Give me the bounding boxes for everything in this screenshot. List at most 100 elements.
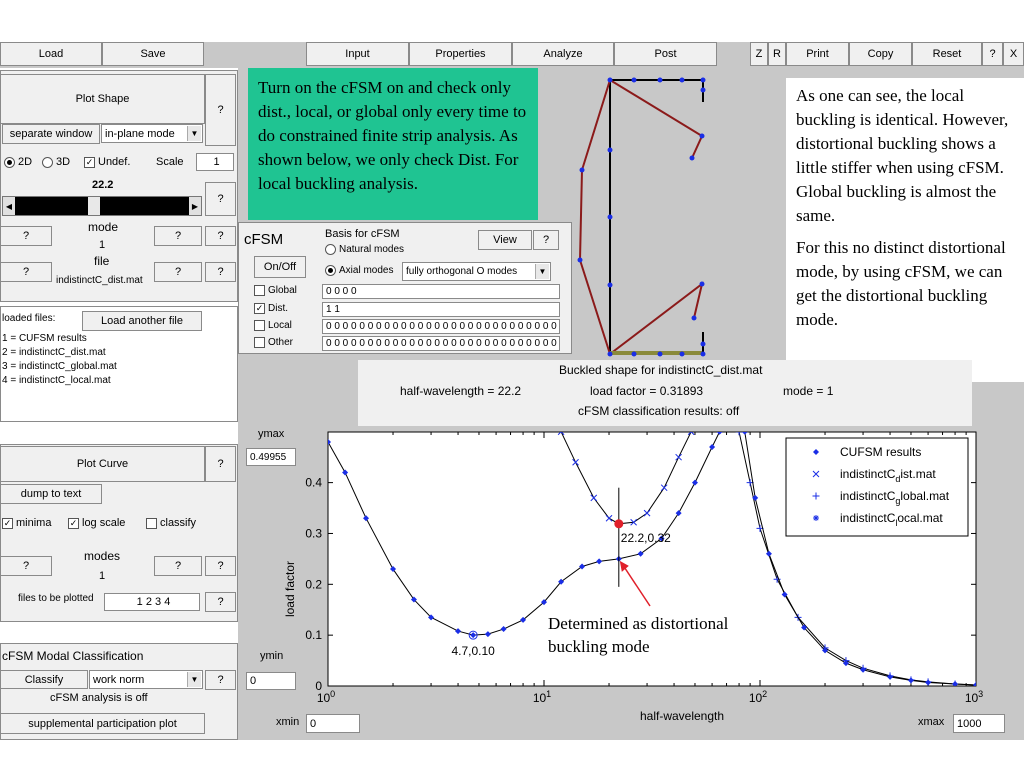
load-another-file-button[interactable]: Load another file: [82, 311, 202, 331]
other-modes-input[interactable]: 0 0 0 0 0 0 0 0 0 0 0 0 0 0 0 0 0 0 0 0 …: [322, 336, 560, 351]
modes-value: 1: [99, 570, 106, 582]
check-icon: ✓: [68, 517, 79, 529]
mode-value: 1: [99, 239, 106, 251]
classify-checkbox[interactable]: classify: [146, 517, 196, 529]
modes-next-button[interactable]: ?: [154, 556, 202, 576]
print-button[interactable]: Print: [786, 42, 849, 66]
minima-checkbox[interactable]: ✓ minima: [2, 517, 51, 529]
view-button[interactable]: View: [478, 230, 532, 250]
post-button[interactable]: Post: [614, 42, 717, 66]
selected-point-label: 22.2,0.32: [621, 531, 671, 545]
radio-3d[interactable]: 3D: [42, 156, 70, 168]
check-icon: ✓: [254, 303, 265, 314]
y-tick-label: 0.2: [305, 577, 322, 591]
chevron-down-icon: ▼: [535, 264, 549, 279]
mode-help-button[interactable]: ?: [205, 226, 236, 246]
shape-mode-select[interactable]: in-plane mode ▼: [101, 124, 203, 143]
dump-to-text-button[interactable]: dump to text: [0, 484, 102, 504]
supplemental-plot-button[interactable]: supplemental participation plot: [0, 713, 205, 734]
files-to-plot-input[interactable]: 1 2 3 4: [104, 593, 200, 611]
axial-modes-radio[interactable]: Axial modes: [325, 265, 393, 276]
norm-select[interactable]: work norm ▼: [89, 670, 203, 689]
classify-button[interactable]: Classify: [0, 670, 88, 689]
file-next-button[interactable]: ?: [154, 262, 202, 282]
cross-section-shape: [577, 77, 706, 357]
loaded-file-item: 3 = indistinctC_global.mat: [2, 361, 117, 372]
y-tick-label: 0.3: [305, 526, 322, 540]
legend-marker: [813, 515, 819, 521]
slider-left-icon[interactable]: ◀: [3, 197, 15, 215]
other-checkbox[interactable]: Other: [254, 337, 293, 348]
separate-window-button[interactable]: separate window: [2, 124, 100, 144]
modes-help-button[interactable]: ?: [205, 556, 236, 576]
half-wavelength-slider[interactable]: [2, 196, 202, 216]
mode-next-button[interactable]: ?: [154, 226, 202, 246]
analyze-button[interactable]: Analyze: [512, 42, 614, 66]
natural-modes-radio[interactable]: Natural modes: [325, 244, 404, 255]
plot-shape-help-button[interactable]: ?: [205, 74, 236, 146]
slider-value: 22.2: [92, 179, 114, 191]
cfsm-help-button[interactable]: ?: [533, 230, 559, 250]
undef-checkbox[interactable]: ✓ Undef.: [84, 156, 130, 168]
slider-thumb[interactable]: [88, 197, 100, 215]
minimum-point-label: 4.7,0.10: [451, 644, 495, 658]
cfsm-status-text: cFSM analysis is off: [50, 692, 148, 704]
global-modes-input[interactable]: 0 0 0 0: [322, 284, 560, 299]
reset-button[interactable]: Reset: [912, 42, 982, 66]
global-label: Global: [268, 285, 297, 297]
file-label: file: [94, 254, 110, 268]
rotate-button[interactable]: R: [768, 42, 786, 66]
x-axis-label: half-wavelength: [640, 709, 724, 723]
help-button[interactable]: ?: [982, 42, 1003, 66]
radio-off-icon: [42, 156, 53, 168]
file-prev-button[interactable]: ?: [0, 262, 52, 282]
loaded-file-item: 1 = CUFSM results: [2, 333, 87, 344]
legend-entry: CUFSM results: [840, 445, 921, 459]
cfsm-onoff-button[interactable]: On/Off: [254, 256, 306, 278]
natural-modes-label: Natural modes: [339, 244, 405, 256]
radio-on-icon: [4, 156, 15, 168]
loaded-file-item: 2 = indistinctC_dist.mat: [2, 347, 106, 358]
close-button[interactable]: X: [1003, 42, 1024, 66]
undeformed-section: [609, 79, 704, 355]
radio-off-icon: [325, 244, 336, 255]
file-help-button[interactable]: ?: [205, 262, 236, 282]
save-button[interactable]: Save: [102, 42, 204, 66]
mode-label: mode: [88, 220, 119, 234]
plot-curve-button[interactable]: Plot Curve: [0, 446, 205, 482]
dist-modes-input[interactable]: 1 1: [322, 302, 560, 317]
chart-layer: 00.10.20.30.4100 101 102 103half-wavelength…: [283, 431, 983, 723]
other-label: Other: [268, 337, 294, 349]
classification-help-button[interactable]: ?: [205, 670, 236, 690]
explanation-paragraph-2: For this no distinct distortional mode, …: [796, 238, 1006, 329]
basis-select[interactable]: fully orthogonal O modes ▼: [402, 262, 551, 281]
loaded-file-item: 4 = indistinctC_local.mat: [2, 375, 111, 386]
local-checkbox[interactable]: Local: [254, 320, 292, 331]
basis-label: Basis for cFSM: [325, 228, 400, 240]
zoom-button[interactable]: Z: [750, 42, 768, 66]
files-help-button[interactable]: ?: [205, 592, 236, 612]
mode-prev-button[interactable]: ?: [0, 226, 52, 246]
input-button[interactable]: Input: [306, 42, 409, 66]
scale-input[interactable]: 1: [196, 153, 234, 171]
classification-title: cFSM Modal Classification: [2, 649, 144, 663]
slider-help-button[interactable]: ?: [205, 182, 236, 216]
load-button[interactable]: Load: [0, 42, 102, 66]
x-tick-label: 101: [533, 689, 551, 705]
radio-on-icon: [325, 265, 336, 276]
dist-checkbox[interactable]: ✓ Dist.: [254, 303, 288, 314]
axial-modes-label: Axial modes: [339, 265, 394, 277]
plot-shape-button[interactable]: Plot Shape: [0, 74, 205, 124]
classification-readout: cFSM classification results: off: [578, 404, 740, 418]
log-scale-checkbox[interactable]: ✓ log scale: [68, 517, 125, 529]
local-modes-input[interactable]: 0 0 0 0 0 0 0 0 0 0 0 0 0 0 0 0 0 0 0 0 …: [322, 319, 560, 334]
radio-2d[interactable]: 2D: [4, 156, 32, 168]
load-factor-readout: load factor = 0.31893: [590, 384, 704, 398]
x-tick-label: 100: [317, 689, 335, 705]
modes-prev-button[interactable]: ?: [0, 556, 52, 576]
slider-right-icon[interactable]: ▶: [189, 197, 201, 215]
plot-curve-help-button[interactable]: ?: [205, 446, 236, 482]
properties-button[interactable]: Properties: [409, 42, 512, 66]
global-checkbox[interactable]: Global: [254, 285, 297, 296]
copy-button[interactable]: Copy: [849, 42, 912, 66]
